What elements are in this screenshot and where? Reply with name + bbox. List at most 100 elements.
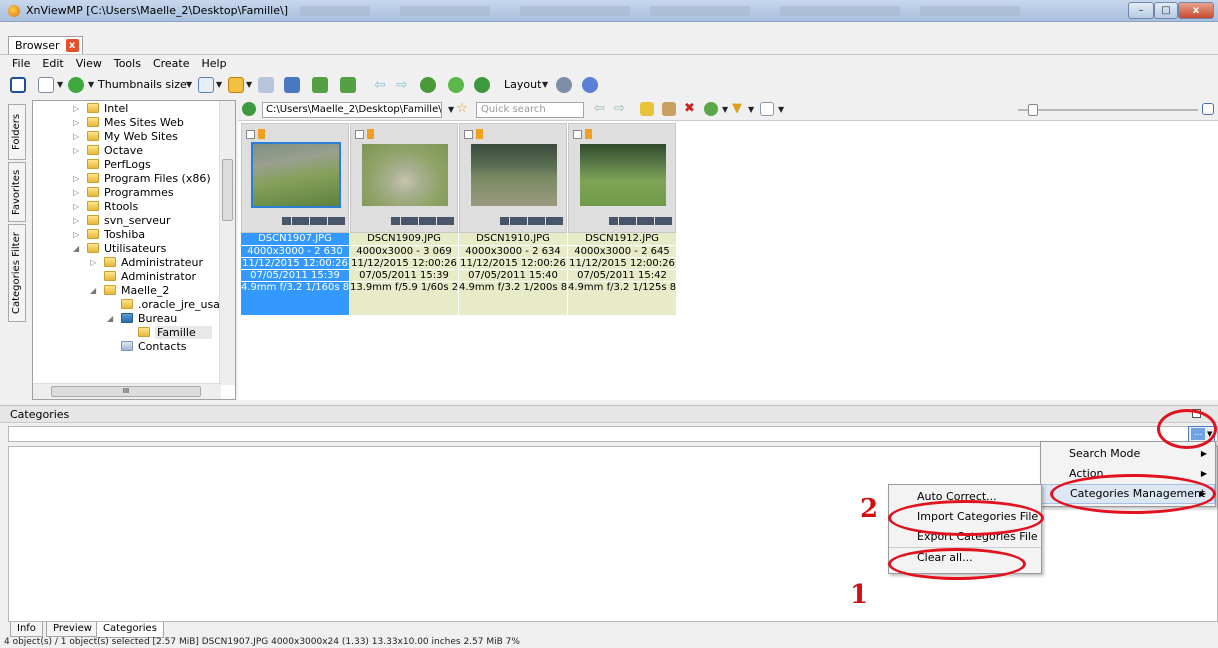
tree-item[interactable]: ▷ Toshiba: [73, 228, 145, 241]
thumbnail-grid: DSCN1907.JPG 4000x3000 - 2 630 11/12/201…: [238, 120, 1218, 400]
go-up-icon[interactable]: [242, 102, 256, 116]
photo-thumbnail: [471, 144, 557, 206]
file-exif: 4.9mm f/3.2 1/200s 8...: [459, 281, 567, 293]
tree-item-selected[interactable]: Famille: [138, 326, 212, 339]
grid-view-icon[interactable]: [760, 102, 774, 116]
help-icon[interactable]: [582, 77, 598, 93]
tree-horizontal-scrollbar[interactable]: III: [33, 383, 221, 399]
new-folder-icon[interactable]: [640, 102, 654, 116]
layout-dropdown-icon[interactable]: ▼: [542, 77, 548, 93]
favorite-star-icon[interactable]: ☆: [456, 100, 468, 118]
tag-icon[interactable]: [258, 77, 274, 93]
thumbnail-card[interactable]: DSCN1909.JPG 4000x3000 - 3 069 11/12/201…: [350, 123, 458, 331]
folder-icon: [104, 271, 116, 281]
sort-icon[interactable]: [68, 77, 84, 93]
thumbnail-zoom-slider[interactable]: [1018, 104, 1198, 116]
select-checkbox[interactable]: [573, 130, 582, 139]
folder-icon: [87, 117, 99, 127]
filter-dropdown-icon[interactable]: ▼: [748, 102, 754, 118]
menu-tools[interactable]: Tools: [108, 55, 147, 72]
tree-item[interactable]: ▷ Program Files (x86): [73, 172, 211, 185]
folder-icon: [121, 299, 133, 309]
tree-item[interactable]: PerfLogs: [87, 158, 151, 171]
blurred-taskbar-item: [300, 6, 370, 16]
thumbnail-card[interactable]: DSCN1912.JPG 4000x3000 - 2 645 11/12/201…: [568, 123, 676, 331]
rotate-icon[interactable]: [474, 77, 490, 93]
delete-icon[interactable]: ✖: [684, 100, 695, 118]
zoom-max-icon[interactable]: [1202, 103, 1214, 115]
tab-favorites[interactable]: Favorites: [8, 162, 26, 222]
tab-preview[interactable]: Preview: [46, 622, 99, 637]
rename-icon[interactable]: [662, 102, 676, 116]
minimize-button[interactable]: –: [1128, 2, 1154, 19]
tab-folders[interactable]: Folders: [8, 104, 26, 160]
tree-item[interactable]: ▷ Octave: [73, 144, 143, 157]
folder-icon: [104, 257, 116, 267]
export-icon[interactable]: [340, 77, 356, 93]
back-arrow-icon[interactable]: ⇦: [374, 76, 386, 94]
maximize-button[interactable]: □: [1154, 2, 1178, 19]
tree-item[interactable]: ▷ Rtools: [73, 200, 138, 213]
file-exif: 4.9mm f/3.2 1/160s 8...: [241, 281, 349, 293]
tree-item[interactable]: ▷ My Web Sites: [73, 130, 178, 143]
tab-categories-filter[interactable]: Categories Filter: [8, 224, 26, 322]
sort-order-dropdown-icon[interactable]: ▼: [722, 102, 728, 118]
close-window-button[interactable]: x: [1178, 2, 1214, 19]
settings-gear-icon[interactable]: [556, 77, 572, 93]
fullscreen-icon[interactable]: [10, 77, 26, 93]
thumbnail-card[interactable]: DSCN1910.JPG 4000x3000 - 2 634 11/12/201…: [459, 123, 567, 331]
view-mode-icon[interactable]: [38, 77, 54, 93]
menu-view[interactable]: View: [70, 55, 108, 72]
menu-create[interactable]: Create: [147, 55, 196, 72]
categories-filter-input[interactable]: [8, 426, 1218, 442]
nav-forward-icon[interactable]: ⇨: [614, 100, 625, 118]
tree-item[interactable]: ▷ Programmes: [73, 186, 174, 199]
file-name: DSCN1912.JPG: [585, 233, 659, 244]
menu-help[interactable]: Help: [196, 55, 233, 72]
select-checkbox[interactable]: [246, 130, 255, 139]
layout-button[interactable]: Layout: [504, 76, 541, 94]
import-icon[interactable]: [312, 77, 328, 93]
tab-info[interactable]: Info: [10, 622, 43, 637]
thumbnails-size-button[interactable]: Thumbnails size: [98, 76, 187, 94]
close-tab-icon[interactable]: x: [65, 39, 79, 52]
tree-item[interactable]: ◢ Maelle_2: [90, 284, 169, 297]
tab-categories[interactable]: Categories: [96, 622, 164, 638]
tree-item[interactable]: ◢ Bureau: [107, 312, 177, 325]
view-filter-icon[interactable]: [198, 77, 214, 93]
view-filter-dropdown-icon[interactable]: ▼: [216, 77, 222, 93]
sort-order-icon[interactable]: [704, 102, 718, 116]
tree-vertical-scrollbar[interactable]: [219, 101, 235, 385]
sort-dropdown-icon[interactable]: ▼: [88, 77, 94, 93]
tree-item[interactable]: ▷ Administrateur: [90, 256, 203, 269]
tree-item[interactable]: ▷ svn_serveur: [73, 214, 171, 227]
refresh-icon[interactable]: [448, 77, 464, 93]
categories-panel-header: Categories: [0, 405, 1218, 423]
select-checkbox[interactable]: [464, 130, 473, 139]
thumbnails-size-dropdown-icon[interactable]: ▼: [186, 77, 192, 93]
tree-item[interactable]: ▷ Mes Sites Web: [73, 116, 184, 129]
path-dropdown-icon[interactable]: ▼: [448, 102, 454, 118]
slideshow-icon[interactable]: [284, 77, 300, 93]
path-combo[interactable]: C:\Users\Maelle_2\Desktop\Famille\: [262, 102, 442, 118]
tab-browser[interactable]: Browser x: [8, 36, 83, 54]
filter-funnel-icon[interactable]: ▼: [732, 100, 742, 118]
bookmark-icon[interactable]: [228, 77, 244, 93]
nav-back-icon[interactable]: ⇦: [594, 100, 605, 118]
tree-item[interactable]: ▷ Intel: [73, 102, 128, 115]
view-mode-dropdown-icon[interactable]: ▼: [57, 77, 63, 93]
thumbnail-card[interactable]: DSCN1907.JPG 4000x3000 - 2 630 11/12/201…: [241, 123, 349, 331]
tree-item[interactable]: ◢ Utilisateurs: [73, 242, 166, 255]
bookmark-dropdown-icon[interactable]: ▼: [246, 77, 252, 93]
select-checkbox[interactable]: [355, 130, 364, 139]
grid-view-dropdown-icon[interactable]: ▼: [778, 102, 784, 118]
photo-thumbnail: [580, 144, 666, 206]
menu-file[interactable]: File: [0, 55, 36, 72]
menu-edit[interactable]: Edit: [36, 55, 69, 72]
tree-item[interactable]: Administrator: [104, 270, 196, 283]
tree-item[interactable]: Contacts: [121, 340, 187, 353]
quick-search-input[interactable]: Quick search: [476, 102, 584, 118]
tree-item[interactable]: .oracle_jre_usage: [121, 298, 234, 311]
up-folder-icon[interactable]: [420, 77, 436, 93]
forward-arrow-icon[interactable]: ⇨: [396, 76, 408, 94]
